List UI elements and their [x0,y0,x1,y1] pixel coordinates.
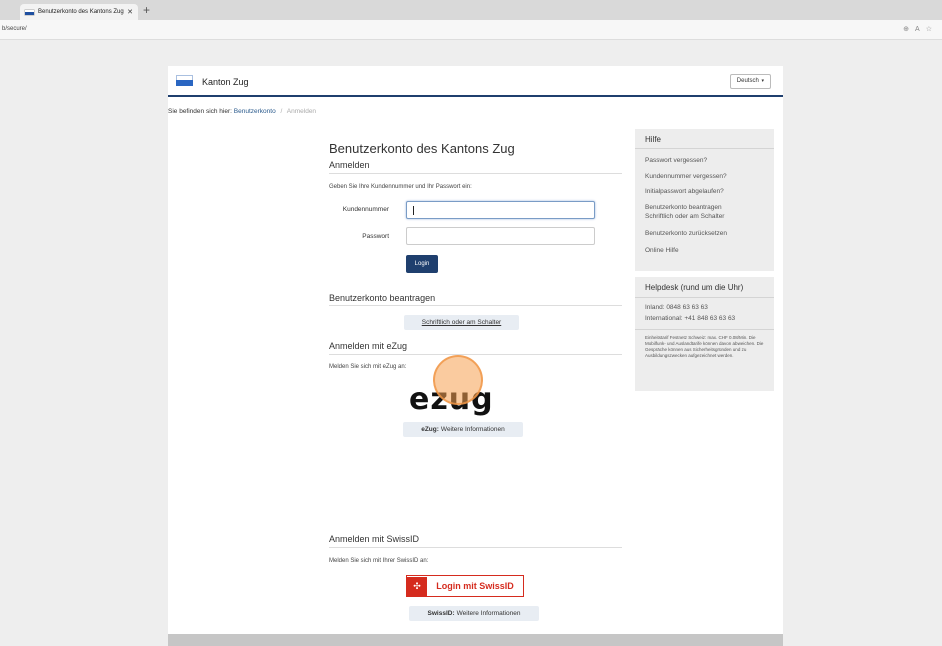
login-section-title: Anmelden [329,160,370,170]
help-box: Hilfe Passwort vergessen? Kundennummer v… [635,129,774,271]
ezug-instruction: Melden Sie sich mit eZug an: [329,364,407,370]
login-button[interactable]: Login [406,255,438,273]
customer-number-input[interactable] [406,201,595,219]
forgot-password-link[interactable]: Passwort vergessen? [645,156,707,165]
language-label: Deutsch [736,78,759,84]
click-highlight-marker [433,355,483,405]
swissid-info-link[interactable]: SwissID: Weitere Informationen [409,606,539,621]
address-bar[interactable]: b/secure/ ⊕A☆ [0,20,942,40]
divider [329,547,622,548]
favorite-icon[interactable]: ☆ [926,26,938,33]
initial-password-expired-link[interactable]: Initialpasswort abgelaufen? [645,187,724,196]
divider [635,148,774,149]
site-header: Kanton Zug Deutsch ▾ [168,66,783,97]
divider [635,297,774,298]
login-instruction: Geben Sie Ihre Kundennummer und Ihr Pass… [329,184,472,190]
browser-tab-bar: Benutzerkonto des Kantons Zug ✕ + [0,0,942,20]
ezug-info-text: Weitere Informationen [440,426,505,433]
reset-account-link[interactable]: Benutzerkonto zurücksetzen [645,229,727,238]
language-dropdown[interactable]: Deutsch ▾ [729,74,771,89]
ezug-info-link[interactable]: eZug: Weitere Informationen [403,422,523,437]
browser-tab[interactable]: Benutzerkonto des Kantons Zug ✕ [20,4,138,20]
helpdesk-international: International: +41 848 63 63 63 [645,315,736,322]
page-container: Kanton Zug Deutsch ▾ Sie befinden sich h… [168,66,783,646]
help-title: Hilfe [645,135,662,144]
read-aloud-icon[interactable]: A [915,26,926,33]
ezug-info-label: eZug: [421,426,439,433]
forgot-customer-number-link[interactable]: Kundennummer vergessen? [645,172,727,181]
kanton-zug-logo-icon[interactable] [176,75,193,86]
breadcrumb: Sie befinden sich hier: Benutzerkonto / … [168,108,316,115]
breadcrumb-link-benutzerkonto[interactable]: Benutzerkonto [234,108,276,115]
online-help-link[interactable]: Online Hilfe [645,246,679,255]
page-title: Benutzerkonto des Kantons Zug [329,141,515,156]
tab-title: Benutzerkonto des Kantons Zug [38,9,124,15]
caret-down-icon: ▾ [761,78,764,84]
kanton-zug-favicon-icon [25,9,34,15]
text-cursor [413,206,414,215]
swissid-logo-icon: ✣ [407,576,427,596]
divider [329,173,622,174]
divider [329,305,622,306]
breadcrumb-separator: / [280,108,283,115]
ezug-section-title: Anmelden mit eZug [329,341,408,351]
divider [635,329,774,330]
helpdesk-inland: Inland: 0848 63 63 63 [645,304,708,311]
helpdesk-box: Helpdesk (rund um die Uhr) Inland: 0848 … [635,277,774,391]
breadcrumb-prefix: Sie befinden sich hier: [168,108,232,115]
tab-close-icon[interactable]: ✕ [127,8,133,16]
swissid-info-text: Weitere Informationen [456,610,521,617]
site-title[interactable]: Kanton Zug [202,77,249,87]
swissid-section-title: Anmelden mit SwissID [329,534,420,544]
page-footer [168,634,783,646]
zoom-icon[interactable]: ⊕ [903,26,915,33]
divider [329,354,622,355]
swissid-button-label: Login mit SwissID [436,581,514,591]
helpdesk-fine-print: Einheitstarif Festnetz Schweiz: max. CHF… [645,335,764,358]
password-input[interactable] [406,227,595,245]
url-text[interactable]: b/secure/ [2,26,27,32]
password-label: Passwort [362,233,389,240]
register-written-link[interactable]: Schriftlich oder am Schalter [404,315,519,330]
swissid-instruction: Melden Sie sich mit Ihrer SwissID an: [329,558,429,564]
request-account-link[interactable]: Benutzerkonto beantragen [645,203,722,212]
customer-number-label: Kundennummer [342,206,389,213]
swissid-login-button[interactable]: ✣ Login mit SwissID [406,575,524,597]
address-bar-icons: ⊕A☆ [903,25,938,33]
new-tab-button[interactable]: + [143,3,150,17]
helpdesk-title: Helpdesk (rund um die Uhr) [645,283,744,292]
breadcrumb-current: Anmelden [286,108,317,115]
request-account-written-link[interactable]: Schriftlich oder am Schalter [645,212,724,221]
swissid-info-label: SwissID: [427,610,455,617]
register-section-title: Benutzerkonto beantragen [329,293,436,303]
